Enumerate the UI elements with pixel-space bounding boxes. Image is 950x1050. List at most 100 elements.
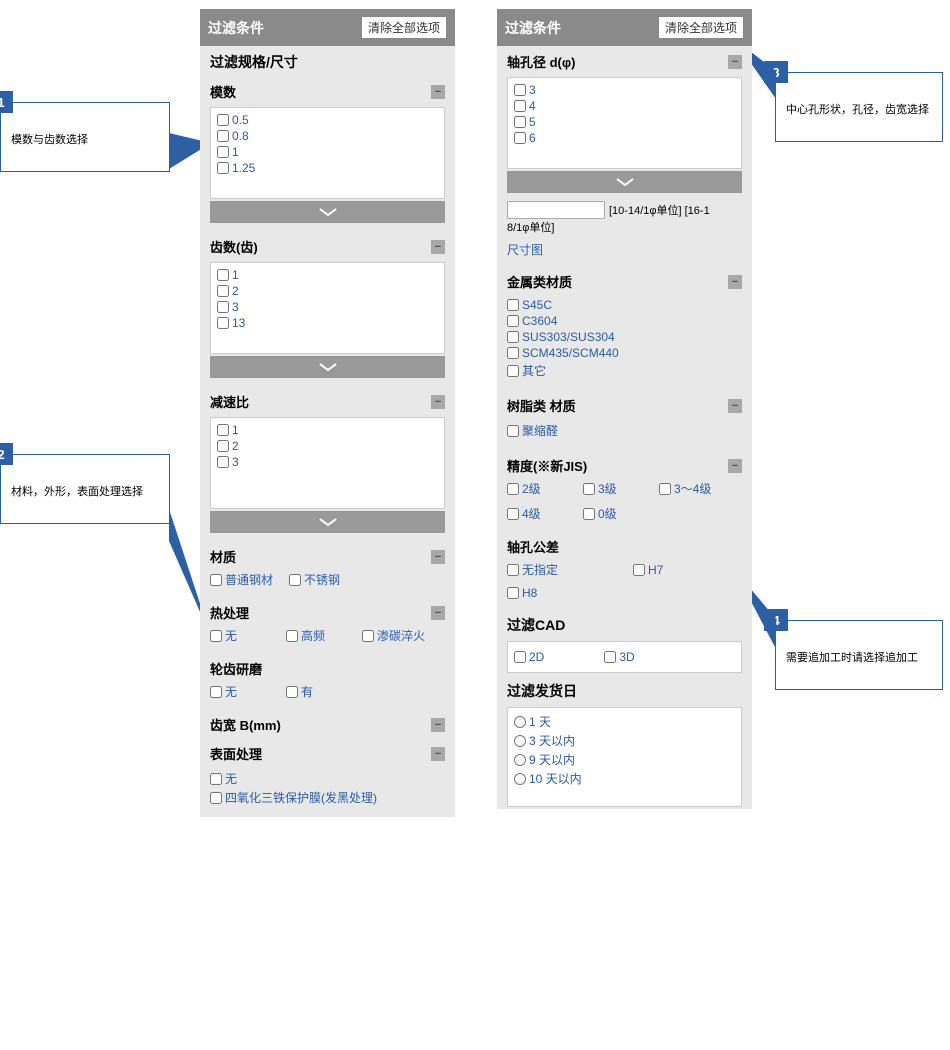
checkbox[interactable] xyxy=(210,574,222,586)
checkbox[interactable] xyxy=(210,686,222,698)
list-item[interactable]: H8 xyxy=(507,585,567,601)
checkbox[interactable] xyxy=(210,792,222,804)
radio[interactable] xyxy=(514,773,526,785)
list-item[interactable]: 其它 xyxy=(507,361,742,380)
checkbox[interactable] xyxy=(217,162,229,174)
expand-bar[interactable] xyxy=(210,356,445,378)
list-item[interactable]: 3 xyxy=(217,299,438,315)
expand-bar[interactable] xyxy=(210,511,445,533)
checkbox[interactable] xyxy=(210,630,222,642)
checkbox[interactable] xyxy=(633,564,645,576)
checkbox[interactable] xyxy=(514,651,526,663)
radio[interactable] xyxy=(514,716,526,728)
list-item[interactable]: 3 xyxy=(514,82,735,98)
list-item[interactable]: 13 xyxy=(217,315,438,331)
collapse-icon[interactable]: − xyxy=(728,399,742,413)
list-item[interactable]: 5 xyxy=(514,114,735,130)
collapse-icon[interactable]: − xyxy=(431,718,445,732)
list-item[interactable]: 3级 xyxy=(583,479,643,498)
list-item[interactable]: 无 xyxy=(210,769,445,788)
checkbox[interactable] xyxy=(286,686,298,698)
checkbox[interactable] xyxy=(217,424,229,436)
checkbox[interactable] xyxy=(217,114,229,126)
list-item[interactable]: 10 天以内 xyxy=(514,769,735,788)
checkbox[interactable] xyxy=(507,347,519,359)
checkbox[interactable] xyxy=(514,132,526,144)
checkbox[interactable] xyxy=(286,630,298,642)
checkbox[interactable] xyxy=(583,508,595,520)
checkbox[interactable] xyxy=(514,116,526,128)
collapse-icon[interactable]: − xyxy=(728,55,742,69)
collapse-icon[interactable]: − xyxy=(728,275,742,289)
list-item[interactable]: 高频 xyxy=(286,626,346,645)
collapse-icon[interactable]: − xyxy=(431,395,445,409)
radio[interactable] xyxy=(514,735,526,747)
list-item[interactable]: H7 xyxy=(633,560,693,579)
list-item[interactable]: SCM435/SCM440 xyxy=(507,345,742,361)
collapse-icon[interactable]: − xyxy=(431,606,445,620)
list-item[interactable]: 无 xyxy=(210,682,270,701)
list-item[interactable]: 不锈钢 xyxy=(289,570,349,589)
list-item[interactable]: 3D xyxy=(604,649,634,665)
checkbox[interactable] xyxy=(217,146,229,158)
checkbox[interactable] xyxy=(507,587,519,599)
collapse-icon[interactable]: − xyxy=(431,747,445,761)
checkbox[interactable] xyxy=(507,315,519,327)
expand-bar[interactable] xyxy=(210,201,445,223)
radio[interactable] xyxy=(514,754,526,766)
expand-bar[interactable] xyxy=(507,171,742,193)
checkbox[interactable] xyxy=(583,483,595,495)
checkbox[interactable] xyxy=(507,299,519,311)
collapse-icon[interactable]: − xyxy=(728,459,742,473)
checkbox[interactable] xyxy=(362,630,374,642)
list-item[interactable]: 1 xyxy=(217,144,438,160)
list-item[interactable]: 渗碳淬火 xyxy=(362,626,425,645)
checkbox[interactable] xyxy=(210,773,222,785)
list-item[interactable]: 4级 xyxy=(507,504,567,523)
clear-all-button[interactable]: 清除全部选项 xyxy=(361,16,447,39)
list-item[interactable]: 2级 xyxy=(507,479,567,498)
list-item[interactable]: SUS303/SUS304 xyxy=(507,329,742,345)
collapse-icon[interactable]: − xyxy=(431,550,445,564)
collapse-icon[interactable]: − xyxy=(431,85,445,99)
dimension-link[interactable]: 尺寸图 xyxy=(507,241,742,258)
teeth-scrollbox[interactable]: 1 2 3 13 xyxy=(210,262,445,354)
checkbox[interactable] xyxy=(507,331,519,343)
checkbox[interactable] xyxy=(217,301,229,313)
list-item[interactable]: 2D xyxy=(514,649,544,665)
list-item[interactable]: 6 xyxy=(514,130,735,146)
checkbox[interactable] xyxy=(507,425,519,437)
list-item[interactable]: 3～4级 xyxy=(659,479,719,498)
checkbox[interactable] xyxy=(289,574,301,586)
list-item[interactable]: S45C xyxy=(507,297,742,313)
ratio-scrollbox[interactable]: 1 2 3 xyxy=(210,417,445,509)
checkbox[interactable] xyxy=(604,651,616,663)
list-item[interactable]: 无 xyxy=(210,626,270,645)
list-item[interactable]: 3 xyxy=(217,454,438,470)
list-item[interactable]: 0级 xyxy=(583,504,643,523)
checkbox[interactable] xyxy=(217,317,229,329)
bore-scrollbox[interactable]: 3 4 5 6 xyxy=(507,77,742,169)
list-item[interactable]: 1 天 xyxy=(514,712,735,731)
list-item[interactable]: 普通钢材 xyxy=(210,570,273,589)
list-item[interactable]: 有 xyxy=(286,682,346,701)
list-item[interactable]: 2 xyxy=(217,438,438,454)
module-scrollbox[interactable]: 0.5 0.8 1 1.25 xyxy=(210,107,445,199)
clear-all-button[interactable]: 清除全部选项 xyxy=(658,16,744,39)
checkbox[interactable] xyxy=(507,508,519,520)
checkbox[interactable] xyxy=(217,440,229,452)
list-item[interactable]: 1 xyxy=(217,422,438,438)
list-item[interactable]: 4 xyxy=(514,98,735,114)
checkbox[interactable] xyxy=(217,456,229,468)
list-item[interactable]: 3 天以内 xyxy=(514,731,735,750)
list-item[interactable]: 四氧化三铁保护膜(发黑处理) xyxy=(210,788,445,807)
list-item[interactable]: 0.8 xyxy=(217,128,438,144)
list-item[interactable]: 9 天以内 xyxy=(514,750,735,769)
checkbox[interactable] xyxy=(217,130,229,142)
list-item[interactable]: 1.25 xyxy=(217,160,438,176)
bore-input[interactable] xyxy=(507,201,605,219)
checkbox[interactable] xyxy=(514,100,526,112)
collapse-icon[interactable]: − xyxy=(431,240,445,254)
checkbox[interactable] xyxy=(514,84,526,96)
ship-scrollbox[interactable]: 1 天 3 天以内 9 天以内 10 天以内 xyxy=(507,707,742,807)
